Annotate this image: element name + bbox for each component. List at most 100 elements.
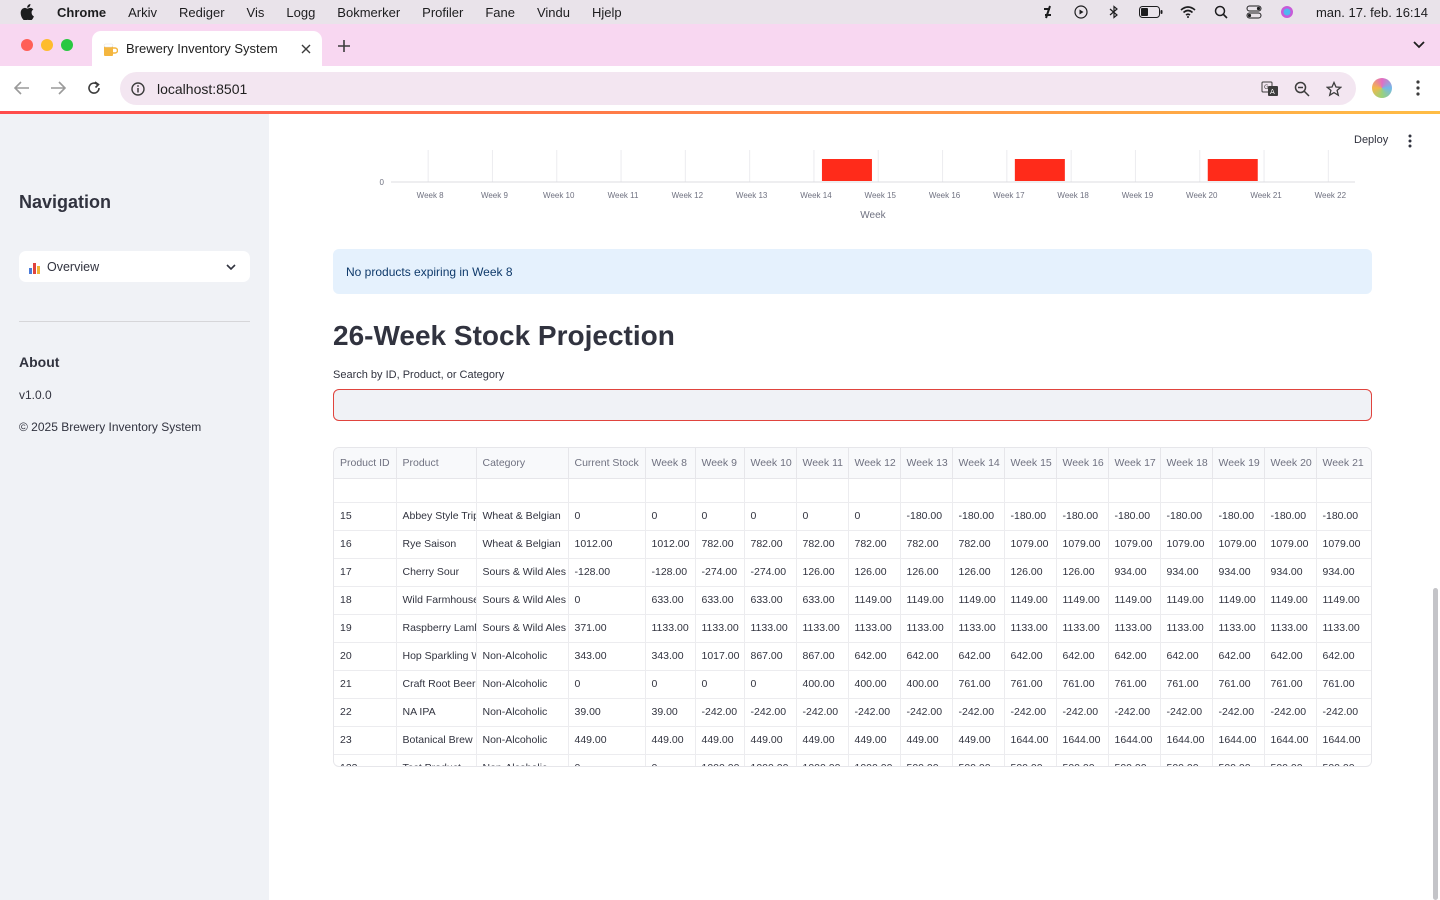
column-header[interactable]: Category xyxy=(476,448,569,479)
table-cell[interactable]: 1149.00 xyxy=(1264,586,1317,615)
column-header[interactable]: Week 11 xyxy=(796,448,849,479)
bookmark-star-icon[interactable] xyxy=(1324,79,1344,99)
table-cell[interactable]: Non-Alcoholic xyxy=(476,726,569,755)
table-cell[interactable]: Non-Alcoholic xyxy=(476,754,569,766)
table-cell[interactable]: 761.00 xyxy=(1212,670,1265,699)
window-zoom-button[interactable] xyxy=(61,39,73,51)
table-cell[interactable]: 126.00 xyxy=(848,558,901,587)
table-cell[interactable]: 1012.00 xyxy=(645,530,696,559)
table-cell[interactable]: 761.00 xyxy=(952,670,1005,699)
table-cell[interactable]: 867.00 xyxy=(796,642,849,671)
table-cell[interactable]: 500.00 xyxy=(900,754,953,766)
table-cell[interactable]: 449.00 xyxy=(568,726,646,755)
table-cell[interactable]: 1133.00 xyxy=(744,614,797,643)
table-cell[interactable]: 20 xyxy=(334,642,397,671)
table-cell[interactable]: 1000.00 xyxy=(695,754,745,766)
table-cell[interactable]: 633.00 xyxy=(744,586,797,615)
table-cell[interactable]: 1133.00 xyxy=(1316,614,1371,643)
table-cell[interactable]: 500.00 xyxy=(1004,754,1057,766)
table-cell[interactable]: 500.00 xyxy=(1316,754,1371,766)
table-cell[interactable]: Test Product xyxy=(396,754,477,766)
table-cell[interactable]: 1079.00 xyxy=(1264,530,1317,559)
table-row[interactable]: 23 Botanical Brew Non-Alcoholic 449.00 449.0… xyxy=(334,726,1371,755)
table-cell[interactable]: 934.00 xyxy=(1316,558,1371,587)
table-cell[interactable]: 642.00 xyxy=(952,642,1005,671)
table-cell[interactable]: 1012.00 xyxy=(568,530,646,559)
forward-arrow-icon[interactable] xyxy=(48,78,68,98)
table-cell[interactable]: 0 xyxy=(645,754,696,766)
menu-rediger[interactable]: Rediger xyxy=(179,5,225,20)
table-cell[interactable]: -180.00 xyxy=(1056,502,1109,531)
table-cell[interactable]: 371.00 xyxy=(568,614,646,643)
table-cell[interactable]: 500.00 xyxy=(1212,754,1265,766)
deploy-button[interactable]: Deploy xyxy=(1344,128,1398,152)
page-selectbox[interactable]: Overview xyxy=(19,251,250,282)
column-header[interactable]: Week 14 xyxy=(952,448,1005,479)
table-cell[interactable]: 126.00 xyxy=(1004,558,1057,587)
table-cell[interactable]: 1133.00 xyxy=(1108,614,1161,643)
table-cell[interactable]: 633.00 xyxy=(695,586,745,615)
column-header[interactable]: Week 16 xyxy=(1056,448,1109,479)
table-cell[interactable]: -128.00 xyxy=(645,558,696,587)
table-cell[interactable]: 0 xyxy=(796,502,849,531)
table-cell[interactable]: 782.00 xyxy=(848,530,901,559)
menu-arkiv[interactable]: Arkiv xyxy=(128,5,157,20)
column-header[interactable]: Week 8 xyxy=(645,448,696,479)
table-cell[interactable]: -242.00 xyxy=(1316,698,1371,727)
menubar-clock[interactable]: man. 17. feb. 16:14 xyxy=(1316,5,1428,20)
table-cell[interactable]: 123 xyxy=(334,754,397,766)
table-cell[interactable]: 0 xyxy=(645,502,696,531)
menu-vis[interactable]: Vis xyxy=(247,5,265,20)
table-cell[interactable]: 1149.00 xyxy=(1004,586,1057,615)
table-cell[interactable]: 1133.00 xyxy=(1160,614,1213,643)
table-cell[interactable]: 1079.00 xyxy=(1108,530,1161,559)
column-header[interactable]: Week 15 xyxy=(1004,448,1057,479)
table-cell[interactable]: 642.00 xyxy=(1316,642,1371,671)
table-cell[interactable]: 0 xyxy=(568,502,646,531)
table-cell[interactable]: 500.00 xyxy=(1108,754,1161,766)
table-cell[interactable]: 1644.00 xyxy=(1056,726,1109,755)
table-row[interactable]: 123Test ProductNon-Alcoholic001000.00100… xyxy=(334,754,1371,766)
table-cell[interactable]: -242.00 xyxy=(952,698,1005,727)
table-cell[interactable]: 1000.00 xyxy=(744,754,797,766)
table-cell[interactable]: 126.00 xyxy=(796,558,849,587)
apple-icon[interactable] xyxy=(19,4,35,20)
table-cell[interactable]: 449.00 xyxy=(695,726,745,755)
table-cell[interactable]: 0 xyxy=(744,670,797,699)
table-cell[interactable]: 1133.00 xyxy=(695,614,745,643)
table-cell[interactable]: 22 xyxy=(334,698,397,727)
table-cell[interactable]: 500.00 xyxy=(1264,754,1317,766)
url-text[interactable]: localhost:8501 xyxy=(157,81,1260,97)
table-cell[interactable]: 0 xyxy=(695,502,745,531)
menu-vindu[interactable]: Vindu xyxy=(537,5,570,20)
menu-hjelp[interactable]: Hjelp xyxy=(592,5,622,20)
table-cell[interactable]: 1133.00 xyxy=(796,614,849,643)
table-cell[interactable]: 21 xyxy=(334,670,397,699)
table-cell[interactable]: -242.00 xyxy=(1212,698,1265,727)
table-cell[interactable]: 1079.00 xyxy=(1316,530,1371,559)
table-cell[interactable]: 1644.00 xyxy=(1316,726,1371,755)
tab-search-chevron-icon[interactable] xyxy=(1408,34,1430,56)
table-cell[interactable]: 0 xyxy=(645,670,696,699)
table-cell[interactable]: 126.00 xyxy=(900,558,953,587)
table-cell[interactable]: 19 xyxy=(334,614,397,643)
back-arrow-icon[interactable] xyxy=(12,78,32,98)
table-cell[interactable]: 39.00 xyxy=(568,698,646,727)
table-cell[interactable]: 642.00 xyxy=(900,642,953,671)
table-cell[interactable]: 1133.00 xyxy=(1004,614,1057,643)
table-cell[interactable]: 633.00 xyxy=(645,586,696,615)
script-editor-icon[interactable] xyxy=(1040,4,1056,20)
table-cell[interactable]: 400.00 xyxy=(848,670,901,699)
table-cell[interactable]: -180.00 xyxy=(900,502,953,531)
table-cell[interactable]: 761.00 xyxy=(1316,670,1371,699)
reload-icon[interactable] xyxy=(84,78,104,98)
table-cell[interactable]: 1133.00 xyxy=(952,614,1005,643)
table-cell[interactable]: 500.00 xyxy=(1056,754,1109,766)
table-cell[interactable]: 449.00 xyxy=(645,726,696,755)
table-cell[interactable]: 1079.00 xyxy=(1160,530,1213,559)
table-cell[interactable]: 642.00 xyxy=(1004,642,1057,671)
table-cell[interactable]: 1149.00 xyxy=(1316,586,1371,615)
table-cell[interactable]: -180.00 xyxy=(1264,502,1317,531)
table-cell[interactable]: 343.00 xyxy=(568,642,646,671)
table-cell[interactable]: 761.00 xyxy=(1160,670,1213,699)
